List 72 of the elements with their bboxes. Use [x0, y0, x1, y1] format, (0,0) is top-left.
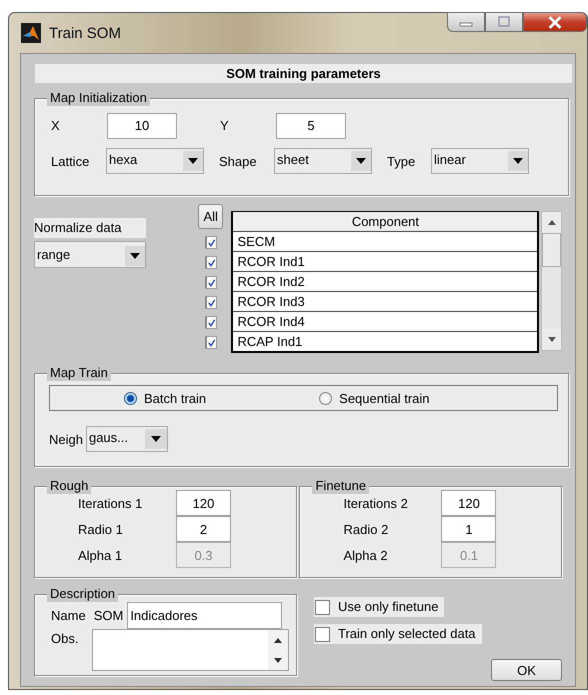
table-cell: RCAP Ind1	[233, 332, 538, 351]
checkbox[interactable]: Train only selected data	[314, 624, 482, 644]
notes-field[interactable]	[92, 629, 289, 671]
field-label: Name	[51, 608, 86, 623]
checkbox[interactable]	[204, 276, 217, 289]
dropdown-arrow-icon	[188, 158, 198, 164]
field-label: Alpha 2	[343, 548, 389, 562]
group-title: Description	[47, 586, 118, 602]
field-label: X	[51, 118, 61, 133]
field-label: Lattice	[51, 154, 90, 168]
column-header: Component	[233, 212, 538, 232]
table-cell: RCOR Ind2	[233, 272, 538, 292]
field-label: Type	[387, 154, 416, 168]
field-label: Alpha 1	[78, 548, 124, 562]
field-label: Shape	[219, 154, 258, 168]
checkbox[interactable]	[204, 296, 217, 309]
field-label: Normalize data	[34, 218, 146, 238]
dropdown-arrow-icon	[513, 158, 523, 164]
radio-button[interactable]: Batch train	[124, 386, 206, 410]
minimize-button[interactable]	[447, 12, 485, 32]
app-icon	[21, 23, 41, 43]
scrollbar-thumb[interactable]	[542, 233, 561, 267]
input-field[interactable]: 10	[107, 112, 177, 138]
section-header: SOM training parameters	[35, 64, 572, 83]
radio-button[interactable]: Sequential train	[319, 386, 430, 410]
checkbox[interactable]	[204, 236, 217, 249]
dropdown[interactable]: linear	[431, 148, 529, 174]
field-label: Radio 2	[343, 522, 390, 536]
field-label: Radio 1	[78, 522, 124, 536]
table-cell: RCOR Ind3	[233, 292, 538, 312]
input-field[interactable]: 120	[176, 490, 231, 516]
select-all-button[interactable]: All	[198, 204, 224, 229]
input-field[interactable]: 1	[441, 516, 496, 542]
table-cell: SECM	[233, 232, 538, 252]
close-button[interactable]	[523, 12, 587, 32]
dropdown-arrow-icon	[130, 253, 140, 259]
scroll-up-icon	[548, 220, 556, 225]
field-label: Neigh	[49, 432, 83, 446]
dropdown-arrow-icon	[150, 436, 161, 442]
field-label: Obs.	[51, 631, 80, 646]
table-cell: RCOR Ind1	[233, 252, 538, 272]
checkbox[interactable]	[204, 316, 217, 329]
maximize-icon	[497, 16, 511, 28]
dropdown[interactable]: range	[34, 241, 146, 268]
group-title: Finetune	[312, 478, 370, 494]
dropdown[interactable]: gaus...	[86, 426, 168, 452]
field-label: Y	[220, 118, 230, 133]
input-field[interactable]: 5	[276, 112, 346, 138]
maximize-button[interactable]	[485, 12, 523, 32]
group-title: Map Train	[47, 365, 111, 381]
checkbox[interactable]	[204, 336, 217, 349]
close-icon	[547, 16, 563, 28]
name-field[interactable]: Indicadores	[127, 602, 282, 629]
table-cell: RCOR Ind4	[233, 312, 538, 332]
scroll-up-icon	[274, 638, 282, 642]
dropdown[interactable]: hexa	[106, 148, 204, 174]
scrollbar[interactable]	[541, 211, 562, 351]
dropdown[interactable]: sheet	[274, 148, 372, 174]
input-field[interactable]: 120	[441, 490, 496, 516]
checkbox[interactable]	[204, 256, 217, 269]
group-title: Rough	[47, 478, 92, 494]
group-title: Map Initialization	[47, 90, 150, 106]
dropdown-arrow-icon	[356, 158, 366, 164]
scroll-down-icon	[274, 658, 282, 662]
ok-button[interactable]: OK	[491, 659, 562, 681]
name-prefix: SOM	[94, 608, 124, 623]
checkbox[interactable]: Use only finetune	[314, 597, 444, 617]
scroll-down-icon	[548, 337, 556, 342]
window-title: Train SOM	[49, 24, 121, 42]
input-field[interactable]: 2	[176, 516, 231, 542]
field-label: Iterations 1	[78, 496, 144, 510]
field-label: Iterations 2	[343, 496, 409, 510]
